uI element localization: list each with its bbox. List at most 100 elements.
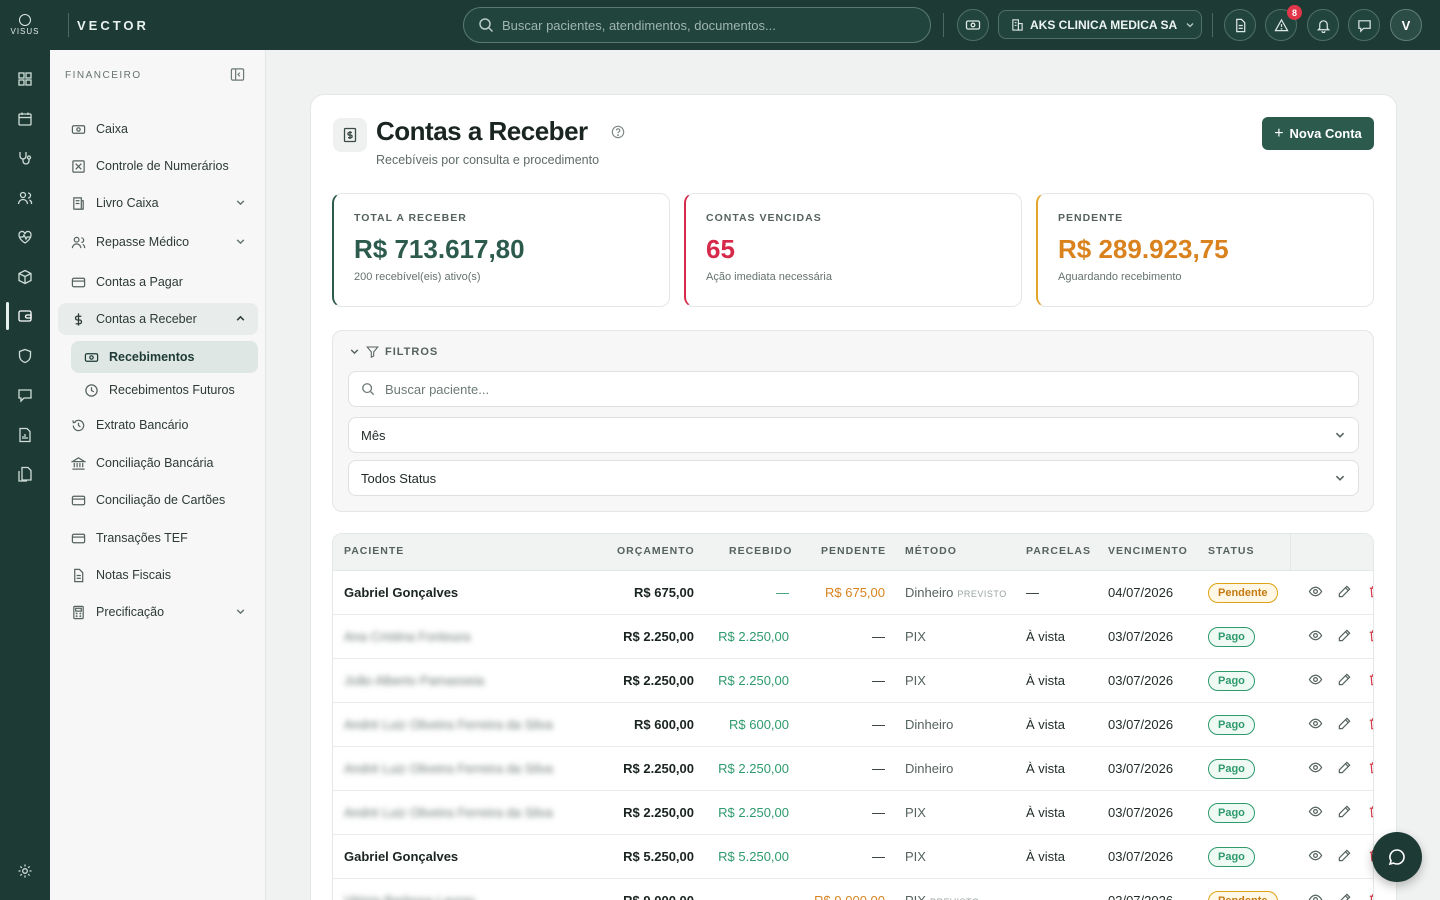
rail-settings[interactable] <box>0 853 50 889</box>
column-header[interactable]: ORÇAMENTO <box>617 545 695 557</box>
rail-clinical[interactable] <box>0 140 50 176</box>
rail-inventory[interactable] <box>0 259 50 295</box>
clinic-selector[interactable]: AKS CLINICA MEDICA SA <box>998 10 1202 39</box>
sidebar-item-extrato-bancario[interactable]: Extrato Bancário <box>58 409 258 441</box>
status-select[interactable]: Todos Status <box>348 460 1359 496</box>
budget-value: R$ 2.250,00 <box>623 761 694 776</box>
cash-register-button[interactable] <box>957 9 989 41</box>
table-row[interactable]: João Alberto Pamasseia R$ 2.250,00 R$ 2.25… <box>333 659 1373 703</box>
view-button[interactable] <box>1308 892 1323 900</box>
table-row[interactable]: Ana Cristina Fontoura R$ 2.250,00 R$ 2.250… <box>333 615 1373 659</box>
ledger-icon <box>70 195 86 211</box>
user-avatar[interactable]: V <box>1390 9 1422 41</box>
notifications-button[interactable] <box>1307 9 1339 41</box>
view-button[interactable] <box>1308 628 1323 643</box>
card-icon <box>70 530 86 546</box>
edit-button[interactable] <box>1337 760 1352 775</box>
edit-button[interactable] <box>1337 584 1352 599</box>
sidebar-item-controle-numerarios[interactable]: Controle de Numerários <box>58 150 258 182</box>
new-account-label: Nova Conta <box>1289 126 1362 141</box>
payment-method: PIX <box>905 805 926 820</box>
table-row[interactable]: André Luiz Oliveira Ferreira da Silva R$ … <box>333 791 1373 835</box>
brand-logo[interactable]: VISUS <box>0 0 50 50</box>
sidebar-item-contas-pagar[interactable]: Contas a Pagar <box>58 266 258 298</box>
filters-toggle[interactable]: FILTROS <box>349 345 438 358</box>
rail-dashboard[interactable] <box>0 61 50 97</box>
stat-subtext: 200 recebível(eis) ativo(s) <box>354 271 481 283</box>
doc-icon <box>70 567 86 583</box>
sidebar-item-contas-receber[interactable]: Contas a Receber <box>58 303 258 335</box>
edit-button[interactable] <box>1337 672 1352 687</box>
rail-reports[interactable] <box>0 417 50 453</box>
delete-button[interactable] <box>1367 672 1373 687</box>
payment-method: Dinheiro PREVISTO <box>905 585 1007 600</box>
month-select[interactable]: Mês <box>348 417 1359 453</box>
sidebar-item-notas-fiscais[interactable]: Notas Fiscais <box>58 559 258 591</box>
sidebar-item-livro-caixa[interactable]: Livro Caixa <box>58 187 258 219</box>
column-header[interactable]: MÉTODO <box>905 545 957 557</box>
rail-health[interactable] <box>0 219 50 255</box>
global-search-input[interactable]: Buscar pacientes, atendimentos, document… <box>463 7 931 43</box>
payment-method: PIX <box>905 629 926 644</box>
view-button[interactable] <box>1308 584 1323 599</box>
sidebar-item-repasse-medico[interactable]: Repasse Médico <box>58 226 258 258</box>
view-button[interactable] <box>1308 848 1323 863</box>
alerts-button[interactable]: 8 <box>1265 5 1302 41</box>
documents-button[interactable] <box>1224 9 1256 41</box>
column-header[interactable]: PENDENTE <box>821 545 886 557</box>
table-row[interactable]: Vitória Barbosa Lavras R$ 9.000,00 R$ 9.00… <box>333 879 1373 900</box>
patient-search-input[interactable]: Buscar paciente... <box>348 371 1359 407</box>
column-header[interactable]: PARCELAS <box>1026 545 1091 557</box>
delete-button[interactable] <box>1367 584 1373 599</box>
cash-icon <box>83 349 99 365</box>
delete-button[interactable] <box>1367 804 1373 819</box>
sidebar-item-caixa[interactable]: Caixa <box>58 113 258 145</box>
edit-button[interactable] <box>1337 848 1352 863</box>
alerts-count-badge: 8 <box>1287 5 1302 20</box>
chat-support-button[interactable] <box>1372 832 1422 882</box>
delete-icon <box>1369 718 1373 730</box>
delete-button[interactable] <box>1367 716 1373 731</box>
table-row[interactable]: André Luiz Oliveira Ferreira da Silva R$ … <box>333 703 1373 747</box>
sidebar-item-conciliacao-cartoes[interactable]: Conciliação de Cartões <box>58 484 258 516</box>
column-header[interactable]: VENCIMENTO <box>1108 545 1188 557</box>
view-button[interactable] <box>1308 716 1323 731</box>
view-button[interactable] <box>1308 672 1323 687</box>
delete-button[interactable] <box>1367 628 1373 643</box>
delete-button[interactable] <box>1367 892 1373 900</box>
rail-messages[interactable] <box>0 377 50 413</box>
pending-value: — <box>872 717 885 732</box>
column-header[interactable]: RECEBIDO <box>729 545 792 557</box>
sidebar-item-precificacao[interactable]: Precificação <box>58 596 258 628</box>
table-row[interactable]: Gabriel Gonçalves R$ 5.250,00 R$ 5.250,00 —… <box>333 835 1373 879</box>
rail-agenda[interactable] <box>0 101 50 137</box>
sidebar-item-conciliacao-bancaria[interactable]: Conciliação Bancária <box>58 447 258 479</box>
sidebar-item-recebimentos-futuros[interactable]: Recebimentos Futuros <box>71 374 258 406</box>
delete-button[interactable] <box>1367 760 1373 775</box>
sidebar-collapse-button[interactable] <box>230 67 245 87</box>
edit-button[interactable] <box>1337 892 1352 900</box>
view-icon <box>1308 894 1323 900</box>
sidebar-item-transacoes-tef[interactable]: Transações TEF <box>58 522 258 554</box>
view-button[interactable] <box>1308 760 1323 775</box>
help-icon[interactable] <box>611 125 625 144</box>
rail-patients[interactable] <box>0 180 50 216</box>
rail-financial[interactable] <box>0 298 50 334</box>
edit-button[interactable] <box>1337 628 1352 643</box>
table-row[interactable]: André Luiz Oliveira Ferreira da Silva R$ … <box>333 747 1373 791</box>
installments: À vista <box>1026 761 1066 776</box>
new-account-button[interactable]: + Nova Conta <box>1262 117 1374 150</box>
edit-button[interactable] <box>1337 716 1352 731</box>
column-header[interactable]: PACIENTE <box>344 545 404 557</box>
clock-icon <box>83 382 99 398</box>
edit-button[interactable] <box>1337 804 1352 819</box>
messages-button[interactable] <box>1348 9 1380 41</box>
sidebar-item-recebimentos[interactable]: Recebimentos <box>71 341 258 373</box>
table-row[interactable]: Gabriel Gonçalves R$ 675,00 — R$ 675,00 Dinh… <box>333 571 1373 615</box>
rail-security[interactable] <box>0 338 50 374</box>
column-header[interactable]: STATUS <box>1208 545 1254 557</box>
payment-method-label: PIX <box>905 805 926 820</box>
received-value: R$ 5.250,00 <box>718 849 789 864</box>
view-button[interactable] <box>1308 804 1323 819</box>
rail-documents[interactable] <box>0 456 50 492</box>
